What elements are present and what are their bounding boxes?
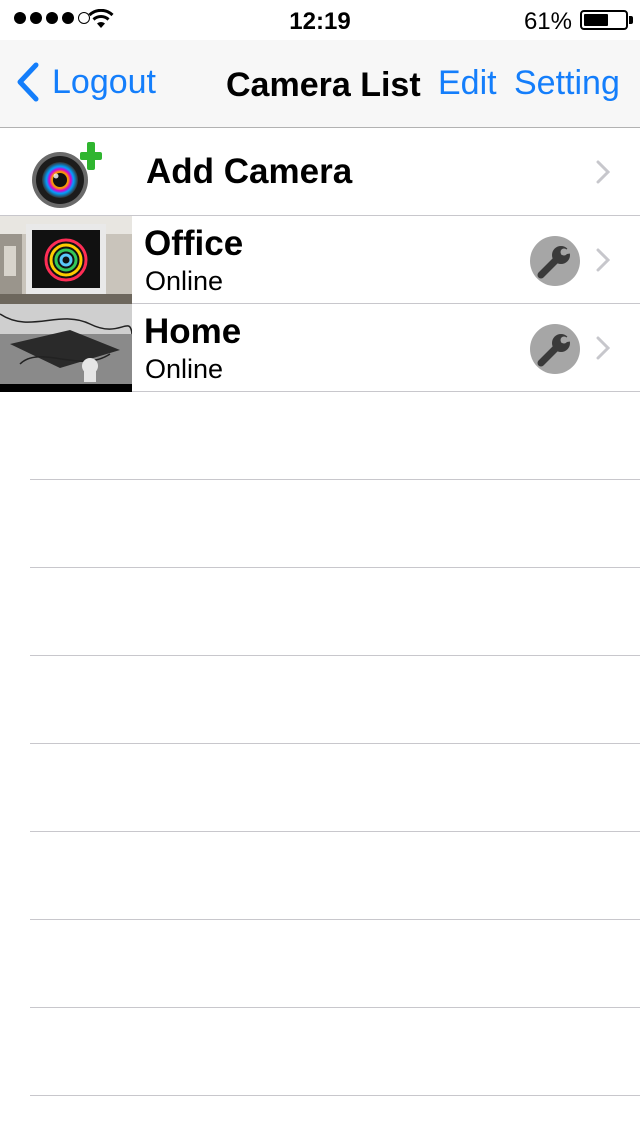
setting-button[interactable]: Setting [514, 64, 620, 103]
office-camera-thumbnail [0, 216, 132, 304]
logout-button[interactable]: Logout [14, 62, 156, 102]
camera-add-icon [32, 142, 102, 208]
battery-percent: 61% [523, 8, 572, 35]
row-separator [30, 919, 640, 920]
camera-row-office[interactable]: Office Online [0, 216, 640, 304]
row-separator [30, 831, 640, 832]
wrench-icon [537, 245, 573, 279]
camera-settings-button[interactable] [530, 324, 580, 374]
logout-label: Logout [52, 62, 156, 101]
camera-name: Office [144, 224, 244, 263]
row-separator [30, 479, 640, 480]
row-separator [30, 655, 640, 656]
battery-nub [629, 16, 633, 24]
row-separator [30, 1095, 640, 1096]
add-camera-label: Add Camera [146, 152, 353, 191]
status-bar: 12:19 61% [0, 0, 640, 40]
edit-button[interactable]: Edit [438, 64, 497, 103]
camera-row-home[interactable]: Home Online [0, 304, 640, 392]
row-separator [30, 743, 640, 744]
camera-status: Online [145, 266, 224, 296]
camera-settings-button[interactable] [530, 236, 580, 286]
page-title: Camera List [226, 66, 421, 104]
chevron-right-icon [596, 248, 610, 272]
row-separator [30, 567, 640, 568]
add-camera-row[interactable]: Add Camera [0, 128, 640, 216]
battery-icon [580, 10, 628, 30]
row-separator [30, 1007, 640, 1008]
camera-status: Online [145, 354, 224, 384]
home-camera-thumbnail [0, 304, 132, 392]
chevron-right-icon [596, 160, 610, 184]
chevron-left-icon [17, 62, 39, 102]
chevron-right-icon [596, 336, 610, 360]
camera-name: Home [144, 312, 242, 351]
wrench-icon [537, 333, 573, 367]
navigation-bar: Logout Camera List Edit Setting [0, 40, 640, 128]
